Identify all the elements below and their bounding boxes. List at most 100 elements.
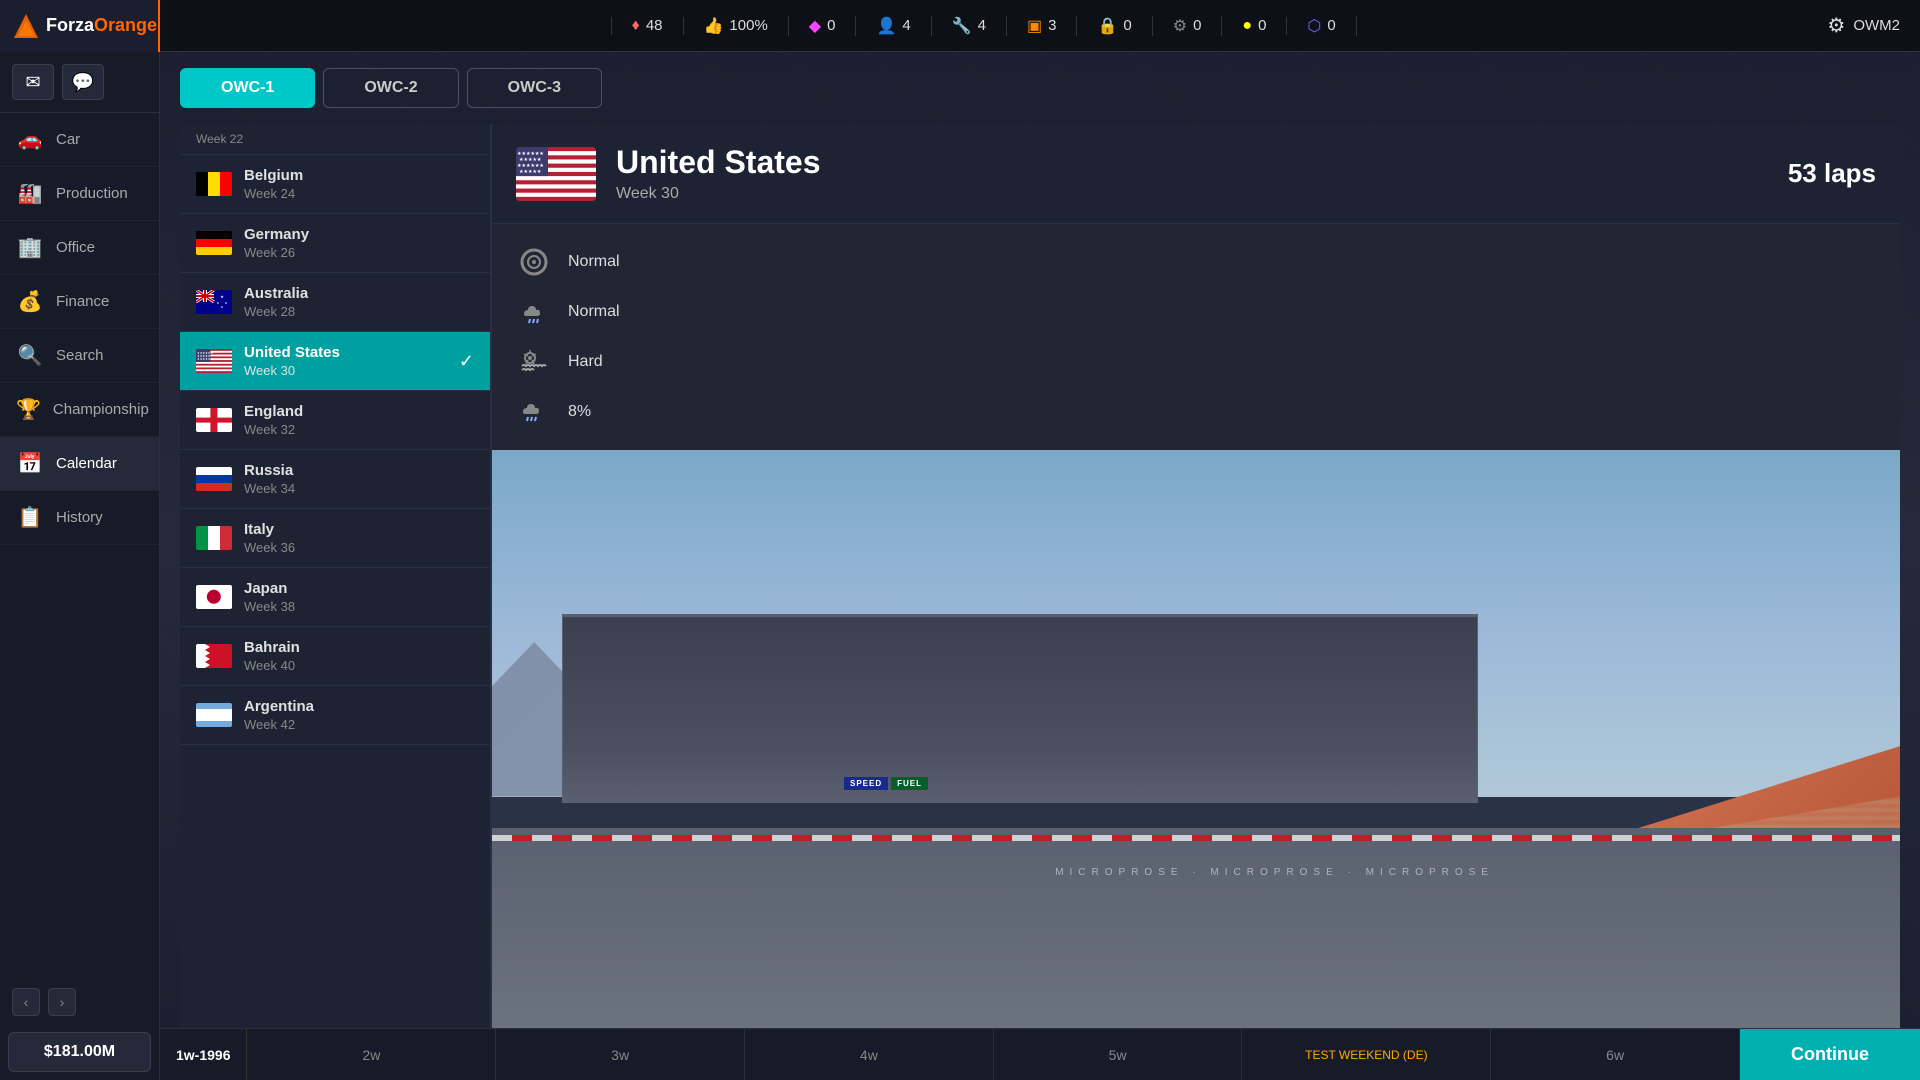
sidebar-item-search-label: Search (56, 347, 104, 364)
lock-icon: 🔒 (1097, 16, 1117, 36)
race-list: Week 22 Belgium Week 24 Germany Week 26 (180, 124, 490, 1080)
race-week-bahrain: Week 40 (244, 658, 474, 673)
race-item-argentina[interactable]: Argentina Week 42 (180, 686, 490, 745)
condition-weather-label: Normal (568, 303, 620, 321)
person-icon: 👤 (876, 16, 896, 36)
flag-japan (196, 585, 232, 609)
tab-owc3[interactable]: OWC-3 (467, 68, 602, 108)
balance-button[interactable]: $181.00M (8, 1032, 151, 1072)
race-name-japan: Japan (244, 580, 474, 597)
tab-owc2[interactable]: OWC-2 (323, 68, 458, 108)
svg-text:★: ★ (225, 301, 228, 305)
diamond-icon: ♦ (632, 17, 640, 35)
week-marker-4w: 4w (745, 1029, 994, 1080)
continue-button[interactable]: Continue (1740, 1029, 1920, 1080)
race-name-argentina: Argentina (244, 698, 474, 715)
main-content: OWC-1 OWC-2 OWC-3 Week 22 Belgium Week 2… (160, 52, 1920, 1080)
race-info-us: United States Week 30 (244, 344, 447, 378)
production-icon: 🏭 (16, 181, 44, 206)
race-selected-check: ✓ (459, 351, 474, 372)
arrow-left-button[interactable]: ‹ (12, 988, 40, 1016)
stat-boost: 👍 100% (684, 16, 789, 36)
wrench-icon: 🔧 (952, 16, 972, 36)
flag-belgium (196, 172, 232, 196)
sign-2: FUEL (891, 777, 928, 790)
week-markers: 2w 3w 4w 5w TEST WEEKEND (DE) 6w (247, 1029, 1740, 1080)
race-item-belgium[interactable]: Belgium Week 24 (180, 155, 490, 214)
chat-button[interactable]: 💬 (62, 64, 104, 100)
sidebar-arrows: ‹ › (0, 980, 159, 1024)
mail-button[interactable]: ✉ (12, 64, 54, 100)
sidebar-item-car-label: Car (56, 131, 80, 148)
history-icon: 📋 (16, 505, 44, 530)
sidebar-item-production[interactable]: 🏭 Production (0, 167, 159, 221)
race-item-bahrain[interactable]: Bahrain Week 40 (180, 627, 490, 686)
stat-person: 👤 4 (856, 16, 931, 36)
condition-tire: Normal (516, 244, 1876, 280)
race-name-england: England (244, 403, 474, 420)
race-name-italy: Italy (244, 521, 474, 538)
user-area: ⚙ OWM2 (1807, 13, 1920, 38)
settings-icon[interactable]: ⚙ (1827, 13, 1845, 38)
week-marker-5w: 5w (994, 1029, 1243, 1080)
stat-diamonds: ♦ 48 (611, 17, 684, 35)
race-item-england[interactable]: England Week 32 (180, 391, 490, 450)
boost-icon: 👍 (704, 16, 724, 36)
sidebar-item-championship-label: Championship (53, 401, 149, 418)
race-info-bahrain: Bahrain Week 40 (244, 639, 474, 673)
race-item-australia[interactable]: ★ ★ ★ ★ Australia Week 28 (180, 273, 490, 332)
flag-italy (196, 526, 232, 550)
race-item-italy[interactable]: Italy Week 36 (180, 509, 490, 568)
office-icon: 🏢 (16, 235, 44, 260)
race-week-japan: Week 38 (244, 599, 474, 614)
condition-wind-label: Hard (568, 353, 603, 371)
condition-weather: Normal (516, 294, 1876, 330)
race-week-germany: Week 26 (244, 245, 474, 260)
stat-coin: ● 0 (1222, 17, 1287, 35)
sidebar-item-calendar-label: Calendar (56, 455, 117, 472)
arrow-right-button[interactable]: › (48, 988, 76, 1016)
championship-icon: 🏆 (16, 397, 41, 422)
flag-argentina (196, 703, 232, 727)
race-name-us: United States (244, 344, 447, 361)
flag-england (196, 408, 232, 432)
race-item-japan[interactable]: Japan Week 38 (180, 568, 490, 627)
sidebar-item-history[interactable]: 📋 History (0, 491, 159, 545)
detail-flag-us: ★★★★★★ ★★★★★ ★★★★★★ ★★★★★ (516, 147, 596, 201)
sidebar-item-office-label: Office (56, 239, 95, 256)
svg-text:★: ★ (221, 305, 224, 309)
flag-germany (196, 231, 232, 255)
race-info-argentina: Argentina Week 42 (244, 698, 474, 732)
flag-australia: ★ ★ ★ ★ (196, 290, 232, 314)
sidebar-item-championship[interactable]: 🏆 Championship (0, 383, 159, 437)
track-scene: SPEED FUEL MICROPROSE · MICROPROSE · MIC… (492, 450, 1900, 1080)
sidebar-item-car[interactable]: 🚗 Car (0, 113, 159, 167)
top-bar-stats: ♦ 48 👍 100% ◆ 0 👤 4 🔧 4 ▣ 3 🔒 0 ⚙ 0 (160, 16, 1807, 36)
race-info-england: England Week 32 (244, 403, 474, 437)
sidebar-item-finance[interactable]: 💰 Finance (0, 275, 159, 329)
svg-text:★★★★★: ★★★★★ (519, 169, 542, 175)
svg-text:★: ★ (220, 294, 224, 299)
detail-country: United States (616, 144, 820, 181)
race-week-argentina: Week 42 (244, 717, 474, 732)
sidebar-item-calendar[interactable]: 📅 Calendar (0, 437, 159, 491)
badge-icon: ▣ (1027, 16, 1042, 36)
condition-tire-label: Normal (568, 253, 620, 271)
flag-us: ★★★★★★ ★★★★★ ★★★★★★ (196, 349, 232, 373)
race-item-russia[interactable]: Russia Week 34 (180, 450, 490, 509)
content-area: Week 22 Belgium Week 24 Germany Week 26 (160, 124, 1920, 1080)
stat-lock: 🔒 0 (1077, 16, 1152, 36)
logo-text: ForzaOrange (46, 15, 157, 36)
car-icon: 🚗 (16, 127, 44, 152)
race-info-germany: Germany Week 26 (244, 226, 474, 260)
race-item-us[interactable]: ★★★★★★ ★★★★★ ★★★★★★ United States Week 3… (180, 332, 490, 391)
sidebar-item-search[interactable]: 🔍 Search (0, 329, 159, 383)
wind-icon (516, 344, 552, 380)
stat-badge: ▣ 3 (1007, 16, 1077, 36)
sidebar-item-office[interactable]: 🏢 Office (0, 221, 159, 275)
tab-owc1[interactable]: OWC-1 (180, 68, 315, 108)
search-icon: 🔍 (16, 343, 44, 368)
car-part-icon: ⚙ (1173, 16, 1187, 36)
race-item-germany[interactable]: Germany Week 26 (180, 214, 490, 273)
finance-icon: 💰 (16, 289, 44, 314)
